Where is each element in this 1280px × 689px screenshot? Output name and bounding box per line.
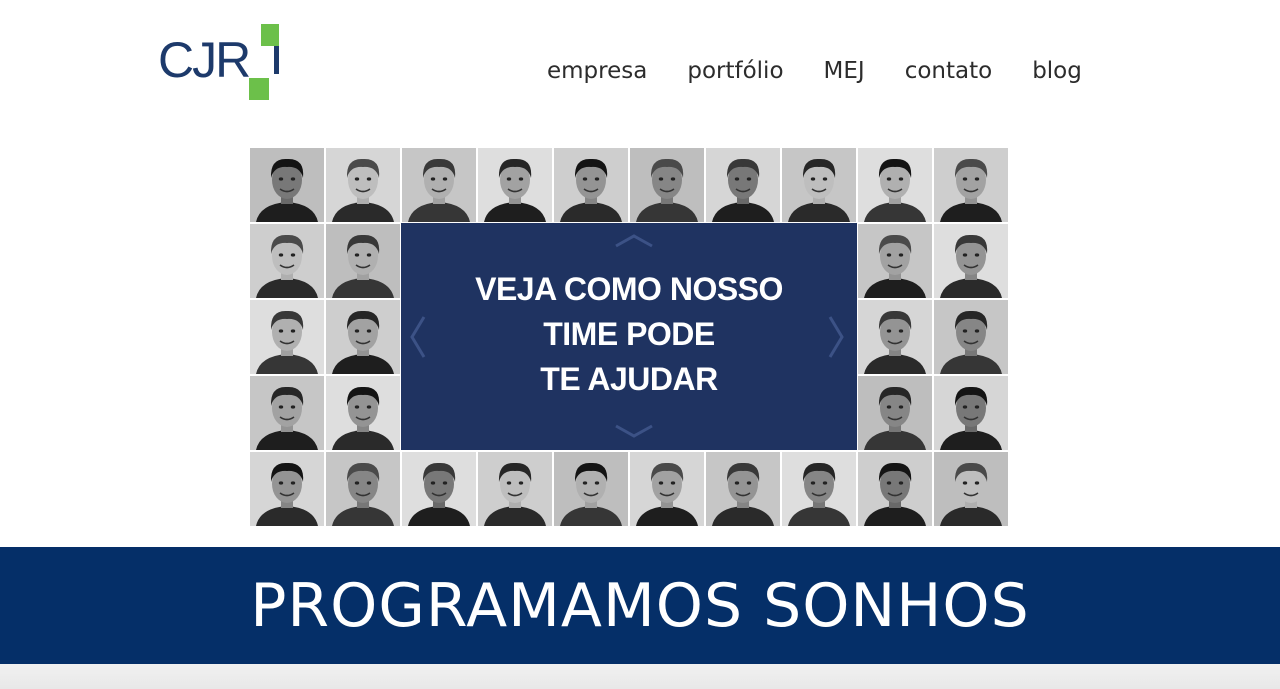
slogan-text: PROGRAMAMOS SONHOS	[250, 571, 1030, 641]
bottom-strip	[0, 664, 1280, 689]
team-member-photo	[934, 224, 1008, 298]
team-member-photo	[934, 376, 1008, 450]
team-member-photo	[858, 300, 932, 374]
main-nav: empresa portfólio MEJ contato blog	[547, 54, 1082, 88]
hero-line-2: TIME PODE	[543, 316, 715, 352]
team-member-photo	[250, 148, 324, 222]
team-member-photo	[250, 300, 324, 374]
chevron-up-icon[interactable]	[614, 233, 654, 249]
team-member-photo	[934, 300, 1008, 374]
team-member-photo	[630, 452, 704, 526]
chevron-left-icon[interactable]	[409, 315, 427, 359]
cjr-logo[interactable]: CJR	[158, 24, 282, 102]
team-photo-mosaic: VEJA COMO NOSSO TIME PODE TE AJUDAR	[249, 147, 1009, 527]
hero-line-1: VEJA COMO NOSSO	[475, 271, 783, 307]
nav-portfolio[interactable]: portfólio	[687, 54, 783, 88]
team-member-photo	[402, 148, 476, 222]
team-member-photo	[782, 452, 856, 526]
team-member-photo	[934, 452, 1008, 526]
team-member-photo	[402, 452, 476, 526]
team-member-photo	[934, 148, 1008, 222]
team-member-photo	[858, 452, 932, 526]
team-member-photo	[858, 148, 932, 222]
logo-green-square-top	[261, 24, 279, 46]
team-member-photo	[250, 224, 324, 298]
slogan-banner: PROGRAMAMOS SONHOS	[0, 547, 1280, 664]
team-member-photo	[630, 148, 704, 222]
team-member-photo	[782, 148, 856, 222]
nav-empresa[interactable]: empresa	[547, 54, 647, 88]
hero-line-3: TE AJUDAR	[540, 361, 718, 397]
logo-blue-bar	[274, 46, 279, 74]
team-member-photo	[326, 224, 400, 298]
hero-panel[interactable]: VEJA COMO NOSSO TIME PODE TE AJUDAR	[401, 223, 857, 450]
team-member-photo	[250, 376, 324, 450]
team-member-photo	[326, 376, 400, 450]
team-member-photo	[706, 148, 780, 222]
team-member-photo	[554, 148, 628, 222]
chevron-down-icon[interactable]	[614, 423, 654, 439]
team-member-photo	[250, 452, 324, 526]
logo-text: CJR	[158, 32, 251, 88]
chevron-right-icon[interactable]	[827, 315, 845, 359]
team-member-photo	[706, 452, 780, 526]
team-member-photo	[858, 224, 932, 298]
team-member-photo	[326, 148, 400, 222]
team-member-photo	[326, 452, 400, 526]
hero-text: VEJA COMO NOSSO TIME PODE TE AJUDAR	[401, 267, 857, 402]
nav-contato[interactable]: contato	[905, 54, 993, 88]
nav-mej[interactable]: MEJ	[824, 54, 865, 88]
team-member-photo	[554, 452, 628, 526]
team-member-photo	[858, 376, 932, 450]
team-member-photo	[478, 148, 552, 222]
logo-green-square-bottom	[249, 78, 269, 100]
team-member-photo	[478, 452, 552, 526]
nav-blog[interactable]: blog	[1032, 54, 1082, 88]
team-member-photo	[326, 300, 400, 374]
